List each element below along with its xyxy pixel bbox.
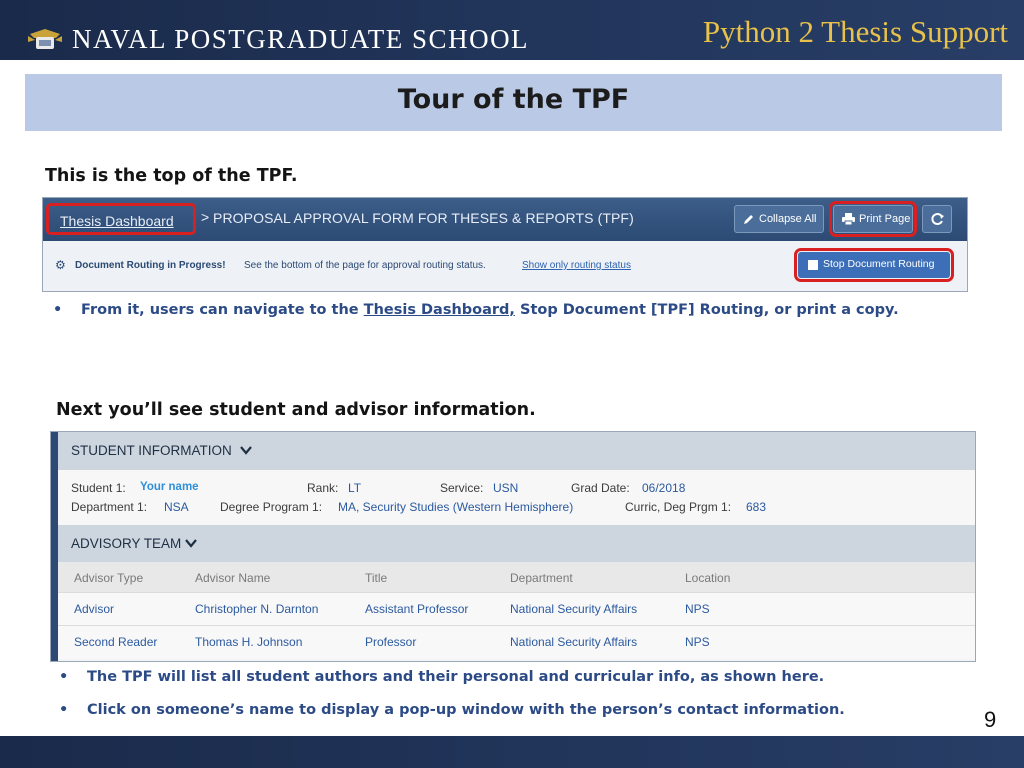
slide-title: Tour of the TPF [397,84,630,115]
service-label: Service: [440,481,484,495]
tpf-top-screenshot: Thesis Dashboard > PROPOSAL APPROVAL FOR… [42,197,968,292]
stop-document-routing-button[interactable]: Stop Document Routing [794,248,954,282]
advisor-name-link[interactable]: Thomas H. Johnson [195,635,302,649]
student-info-header[interactable]: STUDENT INFORMATION [58,432,975,471]
degree-program-value: MA, Security Studies (Western Hemisphere… [338,500,574,514]
rank-value: LT [348,481,362,495]
printer-icon [842,213,855,225]
collapse-all-label: Collapse All [759,213,817,225]
col-advisor-name: Advisor Name [195,571,271,585]
left-accent-bar [51,432,58,661]
show-routing-status-link[interactable]: Show only routing status [522,260,631,271]
tpf-nav-bar: Thesis Dashboard > PROPOSAL APPROVAL FOR… [43,198,967,241]
form-title: PROPOSAL APPROVAL FORM FOR THESES & REPO… [213,210,634,226]
caption-info: Next you’ll see student and advisor info… [56,400,536,420]
stop-document-routing-label: Stop Document Routing [823,258,935,270]
department-label: Department 1: [71,500,148,514]
student-label: Student 1: [71,481,126,495]
bullet-contact-popup: • Click on someone’s name to display a p… [59,702,845,718]
slide-number: 9 [984,707,997,732]
service-value: USN [493,481,519,495]
routing-status-text: See the bottom of the page for approval … [244,260,486,271]
deck-title: Python 2 Thesis Support [702,14,1008,49]
col-title: Title [365,571,388,585]
grad-date-value: 06/2018 [642,481,686,495]
tpf-info-screenshot: STUDENT INFORMATION Student 1: Your name… [50,431,976,662]
advisory-table-header: Advisor Type Advisor Name Title Departme… [58,562,975,592]
checkbox-icon [808,260,818,270]
print-page-button[interactable]: Print Page [829,201,917,237]
rank-label: Rank: [307,481,339,495]
bullet-text: Click on someone’s name to display a pop… [87,702,845,718]
breadcrumb-label[interactable]: Thesis Dashboard [60,213,174,229]
bullet-dot: • [53,302,63,318]
bullet-text: The TPF will list all student authors an… [87,669,825,685]
header-band: NAVAL POSTGRADUATE SCHOOL Python 2 Thesi… [0,0,1024,60]
gear-icon: ⚙ [55,258,66,272]
advisory-team-heading: ADVISORY TEAM [71,536,182,551]
bullet-dot: • [59,669,69,685]
school-name: NAVAL POSTGRADUATE SCHOOL [72,24,530,54]
advisor-type: Advisor [74,602,115,616]
chevron-down-icon [240,446,252,455]
col-department: Department [510,571,573,585]
advisory-team-header[interactable]: ADVISORY TEAM [58,525,975,564]
advisor-type: Second Reader [74,635,158,649]
advisor-location: NPS [685,602,710,616]
print-page-label: Print Page [859,213,911,225]
caption-top: This is the top of the TPF. [45,166,298,186]
routing-status-bold: Document Routing in Progress! [75,260,226,271]
advisor-title: Professor [365,635,417,649]
footer-band [0,736,1024,768]
pencil-icon [744,215,753,224]
student-info-body: Student 1: Your name Rank: LT Service: U… [58,470,975,525]
bullet-student-authors: • The TPF will list all student authors … [59,669,825,685]
advisor-department: National Security Affairs [510,635,638,649]
thesis-dashboard-link[interactable]: Thesis Dashboard, [364,302,515,318]
table-row: Advisor Christopher N. Darnton Assistant… [58,592,975,626]
student-info-heading: STUDENT INFORMATION [71,443,232,458]
advisor-title: Assistant Professor [365,602,469,616]
advisor-location: NPS [685,635,710,649]
bullet-dot: • [59,702,69,718]
refresh-button[interactable] [922,205,952,233]
col-advisor-type: Advisor Type [74,571,144,585]
degree-program-label: Degree Program 1: [220,500,323,514]
curric-value: 683 [746,500,767,514]
nps-crest-icon [28,29,62,49]
slide-title-bar: Tour of the TPF [25,74,1002,131]
breadcrumb-separator: > [201,209,210,225]
grad-date-label: Grad Date: [571,481,630,495]
table-row: Second Reader Thomas H. Johnson Professo… [58,625,975,659]
bullet-text-suffix: Stop Document [TPF] Routing, or print a … [514,302,899,318]
col-location: Location [685,571,731,585]
advisor-department: National Security Affairs [510,602,638,616]
bullet-navigation: • From it, users can navigate to the The… [53,302,899,318]
curric-label: Curric, Deg Prgm 1: [625,500,732,514]
bullet-text-prefix: From it, users can navigate to the [81,302,364,318]
department-value: NSA [164,500,189,514]
collapse-all-button[interactable]: Collapse All [734,205,824,233]
advisor-name-link[interactable]: Christopher N. Darnton [195,602,318,616]
student-name-link[interactable]: Your name [140,481,199,493]
refresh-icon [931,213,944,225]
thesis-dashboard-breadcrumb[interactable]: Thesis Dashboard [46,203,196,235]
chevron-down-icon [185,539,197,548]
routing-status-row: ⚙ Document Routing in Progress! See the … [43,241,967,291]
